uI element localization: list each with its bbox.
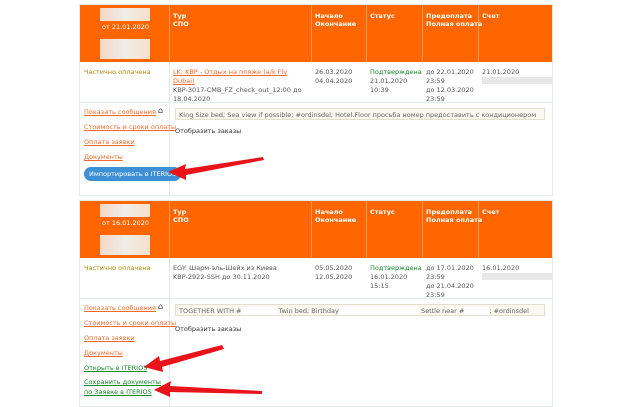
order-row: Частично оплачена LK: KBP - Отдых на пля… [80,62,552,103]
status-date: 21.01.2020 [370,77,408,85]
col-prepay: Предоплата [426,208,473,216]
status-time: 10:39 [370,86,389,94]
col-prepay: Предоплата [426,12,473,20]
documents-link[interactable]: Документы [84,153,123,161]
order-header: от 21.01.2020 Тур СПО Начало Окончание Ста… [80,5,552,62]
status: Подтверждена [370,68,422,76]
prepay: до 22.01.2020 [426,68,474,76]
order-date: от 16.01.2020 [102,219,150,227]
end-date: 04.04.2020 [315,77,353,85]
save-documents-iterios-link[interactable]: Сохранить документы по Заявке в ITERIOS [84,377,166,397]
blurred-info [100,39,150,59]
status: Подтверждена [370,264,422,272]
col-start: Начало [315,12,343,20]
payment-state: Частично оплачена [84,264,151,272]
fullpay-time: 23:59 [426,95,445,103]
order-row: Частично оплачена EGY: Шарм-эль-Шейх из … [80,258,552,299]
order-note: TOGETHER WITH # Twin bed; Birthday Settl… [175,304,545,316]
documents-link[interactable]: Документы [84,349,123,357]
payment-terms-link[interactable]: Стоимость и сроки оплаты [84,123,176,131]
status-date: 16.01.2020 [370,273,408,281]
col-start: Начало [315,208,343,216]
start-date: 26.03.2020 [315,68,353,76]
order-date: от 21.01.2020 [102,23,150,31]
order-note: King Size bed; Sea view if possible; #or… [175,108,545,120]
payment-terms-link[interactable]: Стоимость и сроки оплаты [84,319,176,327]
bell-icon[interactable]: ⌂ [158,106,163,115]
col-tour: Тур [173,208,187,216]
invoice-date: 16.01.2020 [482,264,520,272]
fullpay: до 21.04.2020 [426,282,474,290]
col-invoice: Счет [482,12,500,20]
end-date: 12.05.2020 [315,273,353,281]
col-spo: СПО [173,216,189,224]
fullpay-time: 23:59 [426,291,445,299]
col-end: Окончание [315,20,357,28]
col-spo: СПО [173,20,189,28]
order-block-1: от 21.01.2020 Тур СПО Начало Окончание Ста… [79,4,553,196]
col-status: Статус [370,12,395,20]
col-invoice: Счет [482,208,500,216]
start-date: 05.05.2020 [315,264,353,272]
tour-link[interactable]: LK: KBP - Отдых на пляже (a/k Fly Dubai) [173,68,308,86]
fullpay: до 12.03.2020 [426,86,474,94]
pay-order-link[interactable]: Оплата заявки [84,334,135,342]
order-block-2: от 16.01.2020 Тур СПО Начало Окончание Ста… [79,200,553,407]
open-iterios-link[interactable]: Открыть в ITERIOS [84,363,147,373]
payment-state: Частично оплачена [84,68,151,76]
col-fullpay: Полная оплата [426,20,483,28]
col-fullpay: Полная оплата [426,216,483,224]
tour: EGY: Шарм-эль-Шейх из Киева [173,264,277,272]
show-messages-link[interactable]: Показать сообщения [84,108,156,116]
pay-order-link[interactable]: Оплата заявки [84,138,135,146]
show-orders-link[interactable]: Отобразить заказы [175,127,241,135]
order-header: от 16.01.2020 Тур СПО Начало Окончание Ста… [80,201,552,258]
blurred-info [100,235,150,255]
prepay-time: 23:59 [426,273,445,281]
col-end: Окончание [315,216,357,224]
blurred-order-number [100,8,150,21]
show-orders-link[interactable]: Отобразить заказы [175,325,241,333]
spo: KBP-2922-SSH до 30.11.2020 [173,273,270,281]
spo: KBP-3017-CMB_FZ_check_out_12:00 до 18.04… [173,86,302,103]
invoice-date: 21.01.2020 [482,68,520,76]
col-tour: Тур [173,12,187,20]
bell-icon[interactable]: ⌂ [158,302,163,311]
show-messages-link[interactable]: Показать сообщения [84,304,156,312]
prepay-time: 23:59 [426,77,445,85]
col-status: Статус [370,208,395,216]
blurred-order-number [100,204,150,217]
prepay: до 17.01.2020 [426,264,474,272]
import-iterios-button[interactable]: Импортировать в ITERIOS [84,167,182,181]
status-time: 15:15 [370,282,389,290]
